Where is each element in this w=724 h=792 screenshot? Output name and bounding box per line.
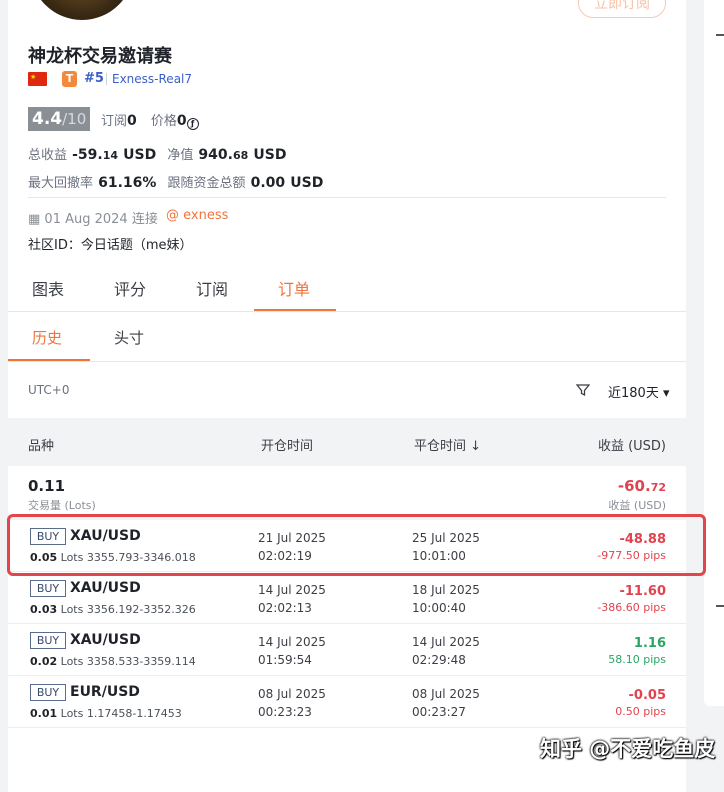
table-header: 品种 开仓时间 平仓时间 ↓ 收益 (USD): [8, 418, 686, 466]
coin-icon: ƒ: [186, 118, 199, 130]
header-symbol: 品种: [28, 439, 55, 454]
header-profit: 收益 (USD): [597, 439, 666, 454]
summary-lots-label: 交易量 (Lots): [28, 499, 96, 512]
rank-label: #5: [84, 71, 104, 86]
pips-value: 58.10 pips: [608, 653, 666, 666]
active-tab-indicator: [254, 309, 336, 311]
subscribe-button[interactable]: 立即订阅: [578, 0, 666, 18]
side-panel: [704, 0, 724, 706]
summary-profit-label: 收益 (USD): [608, 499, 666, 512]
main-tabs: 图表 评分 订阅 订单: [8, 264, 686, 312]
divider: [28, 197, 666, 198]
side-panel-marker: [716, 34, 724, 36]
trader-name: 神龙杯交易邀请赛: [28, 46, 172, 67]
open-time: 00:23:23: [258, 705, 312, 719]
header-open-time: 开仓时间: [261, 439, 314, 454]
side-badge: BUY: [30, 580, 66, 597]
open-time: 02:02:13: [258, 601, 312, 615]
pips-value: 0.50 pips: [615, 705, 666, 718]
open-date: 14 Jul 2025: [258, 583, 326, 597]
lots-info: 0.02 Lots 3358.533-3359.114: [30, 655, 196, 668]
close-date: 08 Jul 2025: [412, 687, 480, 701]
header-close-time[interactable]: 平仓时间 ↓: [414, 435, 481, 454]
server-name[interactable]: Exness-Real7: [112, 72, 192, 86]
community-id: 社区ID：今日话题（me妹）: [28, 238, 193, 253]
order-subtabs: 历史 头寸: [8, 312, 686, 362]
profit-value: -0.05: [628, 688, 666, 703]
period-dropdown[interactable]: 近180天 ▾: [608, 382, 669, 401]
table-row[interactable]: BUY XAU/USD 0.03 Lots 3356.192-3352.326 …: [8, 572, 686, 624]
open-date: 08 Jul 2025: [258, 687, 326, 701]
profit-stats: 总收益 -59.14 USD 净值 940.68 USD: [28, 147, 287, 163]
pips-value: -386.60 pips: [597, 601, 666, 614]
side-panel-marker: [716, 605, 724, 607]
symbol: EUR/USD: [70, 684, 140, 700]
symbol: XAU/USD: [70, 580, 141, 596]
close-time: 00:23:27: [412, 705, 466, 719]
tier-badge: T: [62, 71, 77, 87]
divider: [106, 73, 107, 85]
highlight-box: [7, 514, 706, 576]
close-date: 18 Jul 2025: [412, 583, 480, 597]
close-date: 14 Jul 2025: [412, 635, 480, 649]
calendar-icon: ▦: [28, 212, 45, 227]
subscription-stats: 订阅0 价格0 ƒ: [101, 110, 199, 130]
timezone-label: UTC+0: [28, 383, 70, 397]
china-flag-icon: ★: [28, 72, 47, 86]
summary-lots: 0.11: [28, 477, 66, 495]
filter-icon[interactable]: [576, 383, 590, 397]
table-row[interactable]: BUY XAU/USD 0.02 Lots 3358.533-3359.114 …: [8, 624, 686, 676]
lots-info: 0.01 Lots 1.17458-1.17453: [30, 707, 182, 720]
profit-value: -11.60: [619, 584, 666, 599]
open-date: 14 Jul 2025: [258, 635, 326, 649]
active-subtab-indicator: [8, 359, 90, 361]
tab-rating[interactable]: 评分: [114, 276, 146, 300]
tab-positions[interactable]: 头寸: [114, 327, 144, 348]
close-time: 02:29:48: [412, 653, 466, 667]
score-badge: 4.4/10: [28, 107, 90, 131]
symbol: XAU/USD: [70, 632, 141, 648]
table-row[interactable]: BUY EUR/USD 0.01 Lots 1.17458-1.17453 08…: [8, 676, 686, 728]
side-badge: BUY: [30, 684, 66, 701]
tab-subscription[interactable]: 订阅: [196, 276, 228, 300]
broker-link[interactable]: @ exness: [166, 208, 228, 223]
connected-date: ▦ 01 Aug 2024 连接: [28, 212, 158, 227]
summary-profit: -60.72: [617, 477, 666, 495]
side-badge: BUY: [30, 632, 66, 649]
profit-value: 1.16: [633, 636, 666, 651]
watermark: 知乎 @不爱吃鱼皮: [540, 737, 716, 761]
risk-stats: 最大回撤率 61.16% 跟随资金总额 0.00 USD: [28, 175, 324, 191]
open-time: 01:59:54: [258, 653, 312, 667]
tab-chart[interactable]: 图表: [32, 276, 64, 300]
tab-orders[interactable]: 订单: [278, 276, 310, 300]
tab-history[interactable]: 历史: [32, 327, 62, 348]
close-time: 10:00:40: [412, 601, 466, 615]
lots-info: 0.03 Lots 3356.192-3352.326: [30, 603, 196, 616]
